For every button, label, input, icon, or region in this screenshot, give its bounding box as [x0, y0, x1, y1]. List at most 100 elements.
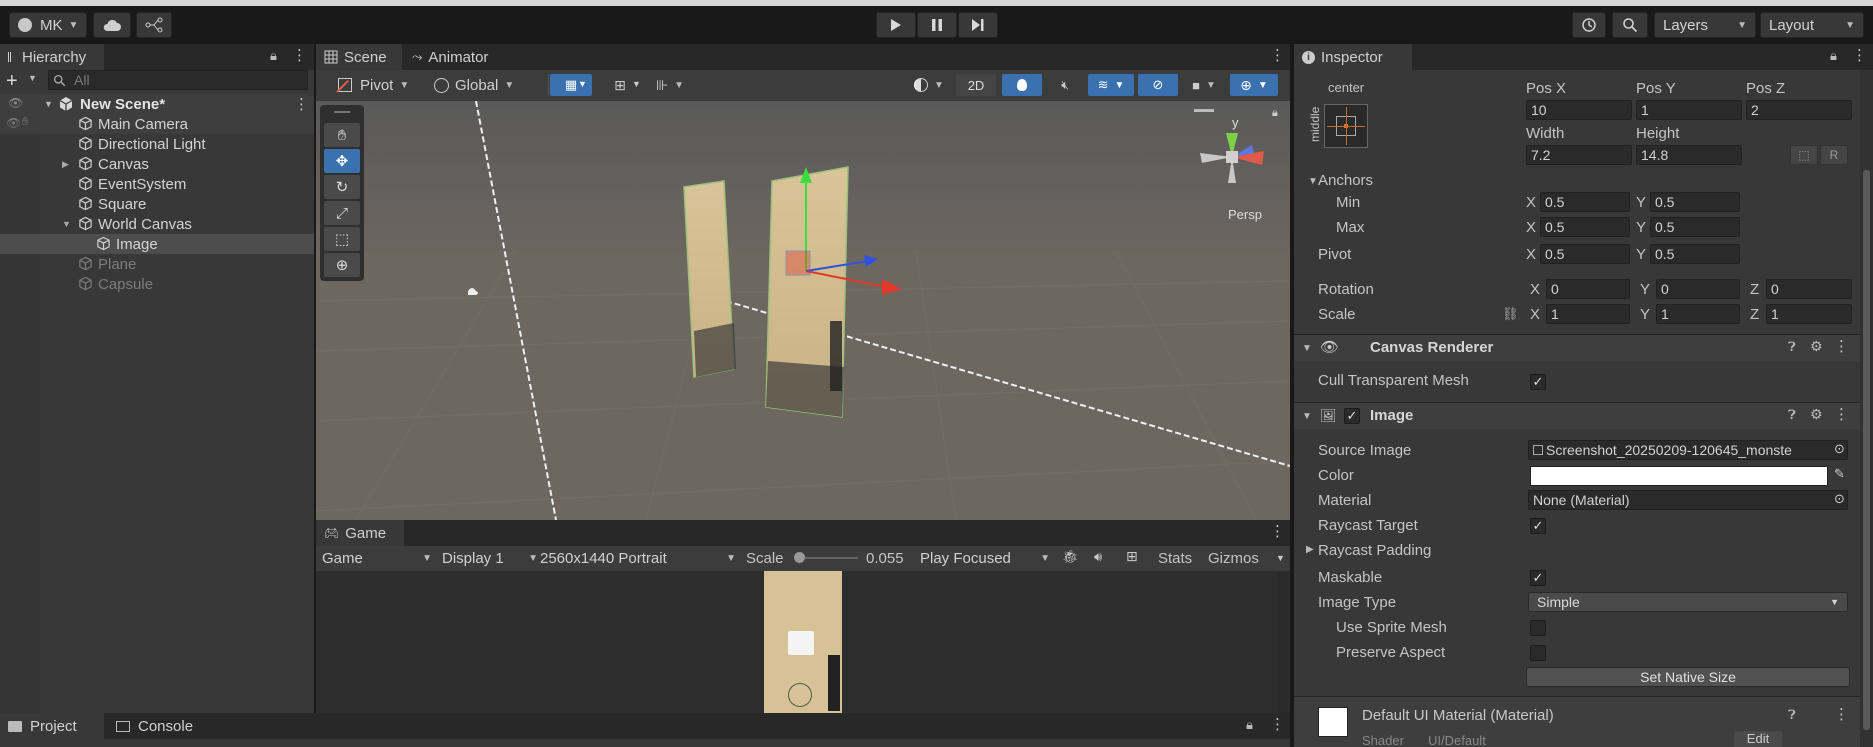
lock-icon[interactable]: 🔒︎: [1830, 48, 1837, 64]
help-icon[interactable]: ❓︎: [1788, 339, 1796, 355]
pivot-dropdown[interactable]: Pivot ▼: [336, 74, 409, 96]
scale-y-field[interactable]: 1: [1656, 304, 1740, 324]
hierarchy-search-input[interactable]: All: [48, 70, 308, 90]
hierarchy-item-plane[interactable]: Plane: [0, 254, 314, 274]
pivot-y-field[interactable]: 0.5: [1650, 244, 1740, 264]
edit-shader-button[interactable]: Edit: [1734, 731, 1782, 747]
source-image-field[interactable]: Screenshot_20250209-120645_monste: [1528, 440, 1848, 460]
pos-y-field[interactable]: 1: [1636, 100, 1742, 120]
transform-tool-button[interactable]: ⊕: [324, 253, 360, 277]
more-menu-icon[interactable]: ⋮: [1834, 337, 1849, 355]
orientation-gizmo[interactable]: 🔒︎ y Persp: [1182, 107, 1282, 237]
hierarchy-item-capsule[interactable]: Capsule: [0, 274, 314, 294]
canvas-renderer-header[interactable]: ▼ 👁︎ Canvas Renderer ❓︎ ⚙ ⋮: [1294, 335, 1860, 361]
lock-icon[interactable]: 🔒︎: [1246, 717, 1253, 733]
hierarchy-item-main-camera[interactable]: 👁︎ ✋︎ Main Camera: [0, 114, 314, 134]
layout-dropdown[interactable]: Layout ▼: [1760, 12, 1864, 38]
chevron-down-icon[interactable]: ▼: [1302, 343, 1312, 354]
image-component-header[interactable]: ▼ 🖼︎ ✓ Image ❓︎ ⚙ ⋮: [1294, 403, 1860, 429]
maskable-checkbox[interactable]: ✓: [1530, 570, 1546, 586]
tab-console[interactable]: Console: [108, 713, 201, 739]
more-menu-icon[interactable]: ⋮: [1852, 46, 1867, 64]
scene-viewport[interactable]: ✋︎ ✥ ↻ ⤢ ⬚ ⊕ 🔒︎ y Persp: [316, 101, 1290, 520]
rect-tool-button[interactable]: ⬚: [324, 227, 360, 251]
pos-x-field[interactable]: 10: [1526, 100, 1632, 120]
anchor-min-x-field[interactable]: 0.5: [1540, 192, 1630, 212]
play-focused-dropdown[interactable]: Play Focused ▼: [920, 547, 1050, 569]
more-menu-icon[interactable]: ⋮: [1270, 522, 1285, 540]
anchor-max-x-field[interactable]: 0.5: [1540, 217, 1630, 237]
chevron-down-icon[interactable]: ▼: [1302, 411, 1312, 422]
more-menu-icon[interactable]: ⋮: [1834, 405, 1849, 423]
help-icon[interactable]: ❓︎: [1788, 707, 1796, 723]
stats-button[interactable]: Stats: [1158, 550, 1192, 567]
camera-dropdown[interactable]: ■ ▼: [1182, 74, 1226, 96]
tab-inspector[interactable]: i Inspector: [1294, 44, 1412, 70]
chevron-down-icon[interactable]: ▼: [28, 73, 37, 83]
scale-slider-track[interactable]: [798, 557, 858, 559]
rotation-z-field[interactable]: 0: [1766, 279, 1852, 299]
game-mode-dropdown[interactable]: Game ▼: [322, 547, 432, 569]
rotation-x-field[interactable]: 0: [1546, 279, 1630, 299]
collab-button[interactable]: [136, 12, 172, 38]
object-picker-icon[interactable]: ⊙: [1834, 491, 1845, 507]
gizmo-menu-handle[interactable]: [1194, 109, 1214, 112]
move-tool-button[interactable]: ✥: [324, 149, 360, 173]
scene-visibility-button[interactable]: ⊘: [1138, 74, 1178, 96]
anchors-label[interactable]: Anchors: [1318, 172, 1373, 189]
game-scrollbar[interactable]: [1278, 571, 1288, 713]
use-sprite-mesh-checkbox[interactable]: [1530, 620, 1546, 636]
chevron-down-icon[interactable]: ▼: [1276, 553, 1285, 563]
chevron-down-icon[interactable]: ▼: [62, 219, 71, 229]
more-menu-icon[interactable]: ⋮: [1270, 715, 1285, 733]
material-field[interactable]: None (Material): [1528, 490, 1848, 510]
pivot-x-field[interactable]: 0.5: [1540, 244, 1630, 264]
shader-value[interactable]: UI/Default: [1428, 733, 1486, 747]
raw-edit-button[interactable]: R: [1820, 145, 1848, 165]
scale-slider-thumb[interactable]: [794, 552, 805, 563]
color-field[interactable]: [1530, 466, 1828, 486]
grid-layout-icon[interactable]: ⊞: [1126, 548, 1138, 565]
width-field[interactable]: 7.2: [1526, 145, 1632, 165]
hand-tool-button[interactable]: ✋︎: [324, 123, 360, 147]
pos-z-field[interactable]: 2: [1746, 100, 1852, 120]
scene-row[interactable]: 👁︎ ▼ New Scene* ⋮: [0, 94, 313, 114]
hierarchy-item-world-canvas[interactable]: ▼ World Canvas: [0, 214, 314, 234]
step-button[interactable]: [958, 12, 998, 38]
game-viewport[interactable]: [316, 571, 1290, 713]
more-menu-icon[interactable]: ⋮: [1834, 705, 1849, 723]
tab-animator[interactable]: ⤳ Animator: [404, 44, 496, 70]
anchor-preset-button[interactable]: [1324, 104, 1368, 148]
image-type-dropdown[interactable]: Simple ▼: [1528, 592, 1848, 612]
increment-snap-button[interactable]: ⊪ ▼: [648, 74, 692, 96]
audio-icon[interactable]: 🔊︎: [1094, 549, 1102, 565]
search-button[interactable]: [1612, 12, 1648, 38]
chevron-right-icon[interactable]: ▶: [1306, 544, 1314, 555]
raycast-padding-label[interactable]: Raycast Padding: [1318, 542, 1431, 559]
help-icon[interactable]: ❓︎: [1788, 407, 1796, 423]
rotate-tool-button[interactable]: ↻: [324, 175, 360, 199]
image-enabled-checkbox[interactable]: ✓: [1344, 408, 1360, 424]
scale-z-field[interactable]: 1: [1766, 304, 1852, 324]
layers-dropdown[interactable]: Layers ▼: [1654, 12, 1756, 38]
hierarchy-item-directional-light[interactable]: Directional Light: [0, 134, 314, 154]
hierarchy-item-canvas[interactable]: ▶ Canvas: [0, 154, 314, 174]
play-button[interactable]: [876, 12, 916, 38]
display-dropdown[interactable]: Display 1 ▼: [442, 547, 538, 569]
more-menu-icon[interactable]: ⋮: [1270, 46, 1285, 64]
tab-scene[interactable]: Scene: [316, 44, 402, 70]
chevron-down-icon[interactable]: ▼: [578, 79, 587, 89]
blueprint-mode-button[interactable]: ⬚: [1790, 145, 1818, 165]
tab-game[interactable]: 🎮︎ Game: [316, 520, 404, 546]
raycast-target-checkbox[interactable]: ✓: [1530, 518, 1546, 534]
tab-hierarchy[interactable]: Hierarchy: [0, 44, 104, 70]
global-dropdown[interactable]: Global ▼: [434, 74, 514, 96]
presets-icon[interactable]: ⚙: [1810, 406, 1823, 423]
add-icon[interactable]: +: [6, 71, 18, 91]
chevron-down-icon[interactable]: ▼: [632, 79, 641, 89]
presets-icon[interactable]: ⚙: [1810, 338, 1823, 355]
2d-toggle-button[interactable]: 2D: [956, 74, 996, 96]
lock-icon[interactable]: 🔒︎: [270, 48, 277, 64]
hierarchy-item-eventsystem[interactable]: EventSystem: [0, 174, 314, 194]
resolution-dropdown[interactable]: 2560x1440 Portrait ▼: [540, 547, 736, 569]
